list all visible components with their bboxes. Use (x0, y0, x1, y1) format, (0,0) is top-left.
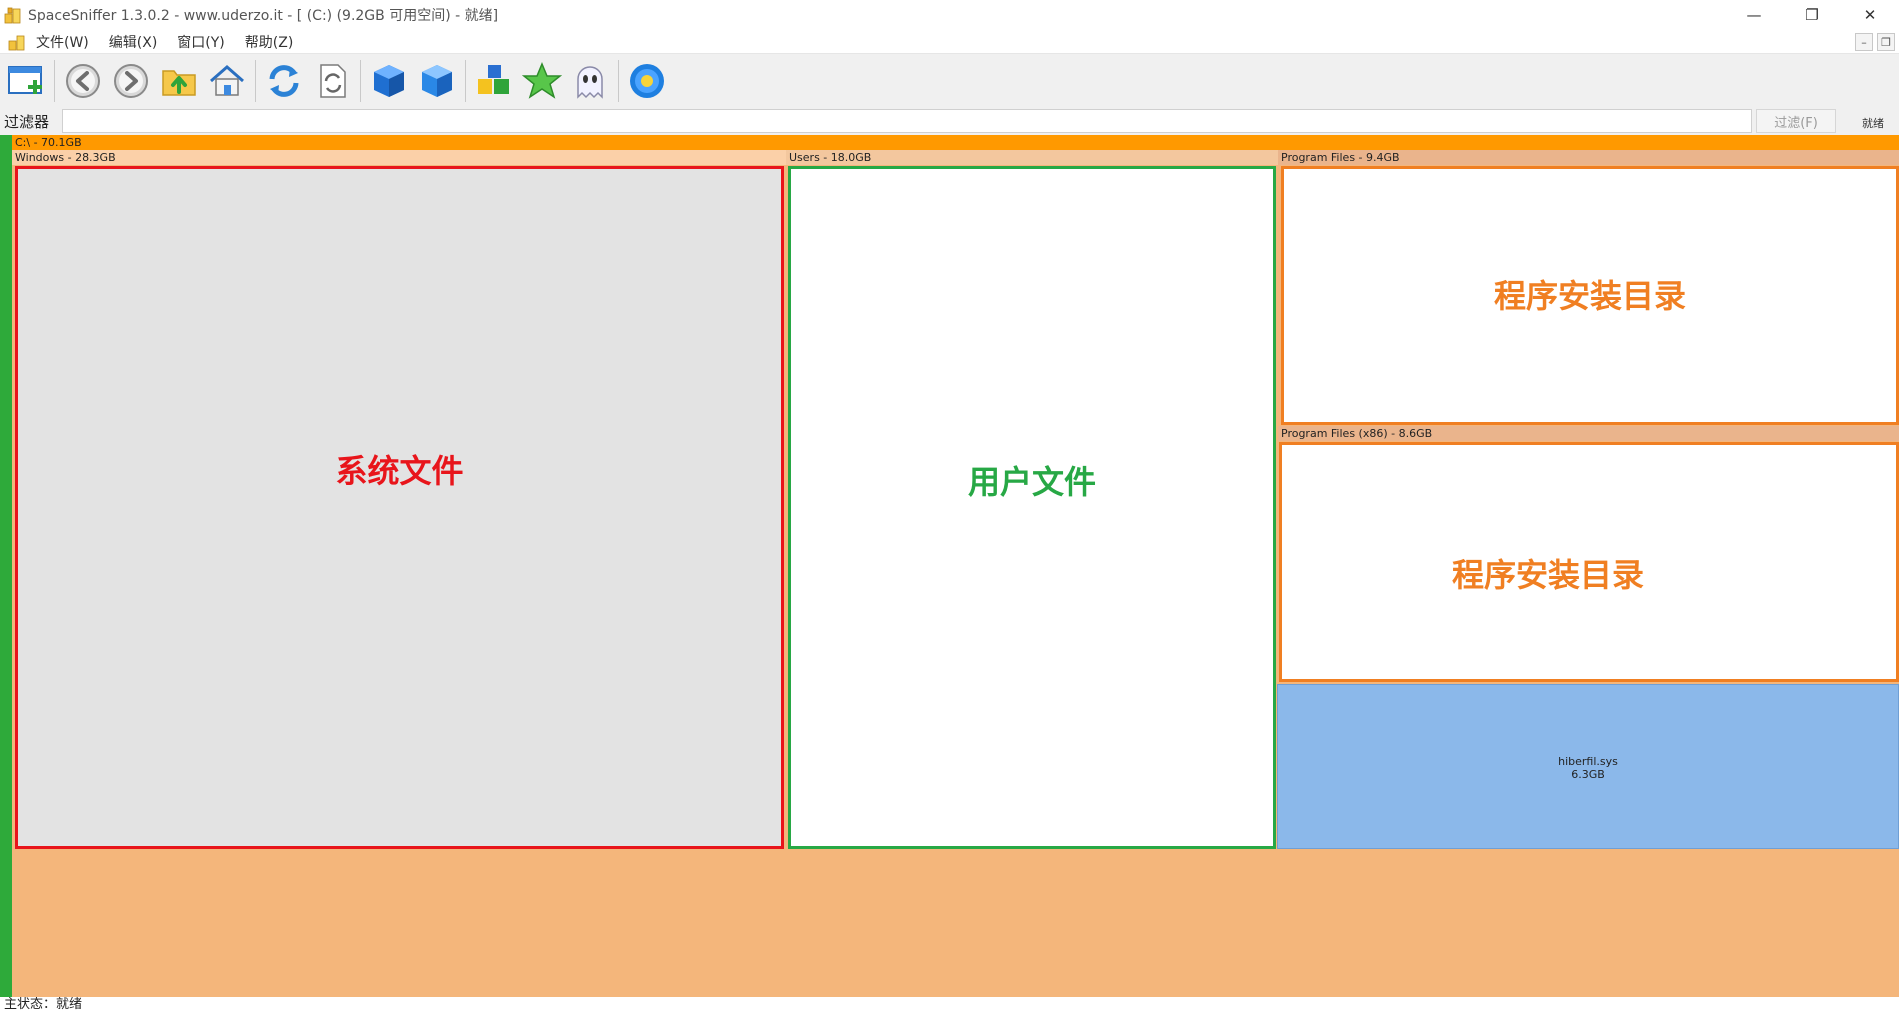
blue-cube-alt-icon (422, 64, 452, 97)
color-cubes-icon (478, 64, 509, 94)
refresh-file-icon (320, 63, 346, 98)
back-icon (66, 63, 100, 98)
minimize-button[interactable]: — (1725, 0, 1783, 30)
hiberfil-file-block[interactable]: hiberfil.sys 6.3GB (1277, 684, 1899, 849)
menu-bar: 文件(W) 编辑(X) 窗口(Y) 帮助(Z) – ❐ (0, 30, 1899, 54)
program-files-node-block[interactable]: 程序安装目录 (1281, 166, 1899, 425)
users-node-block[interactable]: 用户文件 (788, 166, 1276, 849)
home-icon (210, 64, 244, 96)
filter-button[interactable]: 过滤(F) (1756, 109, 1836, 133)
users-node-header[interactable]: Users - 18.0GB (786, 150, 1278, 165)
treemap-view[interactable]: C:\ - 70.1GB Windows - 28.3GB 系统文件 Users… (0, 135, 1899, 997)
blue-cube-button[interactable] (367, 59, 411, 103)
toolbar (0, 54, 1899, 107)
filter-input[interactable] (62, 109, 1752, 133)
new-scan-window-icon (8, 65, 42, 94)
spacesniffer-app-icon (4, 7, 21, 24)
program-files-x86-node-block[interactable]: 程序安装目录 (1279, 442, 1899, 682)
root-node-area: Windows - 28.3GB 系统文件 Users - 18.0GB 用户文… (12, 150, 1899, 997)
menu-window[interactable]: 窗口(Y) (177, 32, 224, 52)
settings-flower-icon (630, 63, 664, 98)
mdi-restore-button[interactable]: ❐ (1877, 33, 1895, 51)
program-files-x86-node-header[interactable]: Program Files (x86) - 8.6GB (1278, 426, 1899, 441)
forward-icon (114, 63, 148, 98)
home-button[interactable] (205, 59, 249, 103)
window-title: SpaceSniffer 1.3.0.2 - www.uderzo.it - [… (28, 8, 499, 24)
star-icon (522, 61, 562, 99)
refresh-button[interactable] (262, 59, 306, 103)
window-controls: — ❐ ✕ (1725, 0, 1899, 30)
blue-cube-alt-button[interactable] (415, 59, 459, 103)
title-bar: SpaceSniffer 1.3.0.2 - www.uderzo.it - [… (0, 0, 1899, 30)
filter-bar: 过滤器 过滤(F) 就绪 (0, 107, 1899, 135)
back-button[interactable] (61, 59, 105, 103)
close-button[interactable]: ✕ (1841, 0, 1899, 30)
users-annotation: 用户文件 (967, 463, 1096, 501)
document-app-icon (8, 35, 25, 50)
refresh-icon (269, 64, 299, 97)
windows-node-header[interactable]: Windows - 28.3GB (12, 150, 786, 165)
toolbar-separator (54, 59, 55, 102)
star-button[interactable] (520, 59, 564, 103)
menu-edit[interactable]: 编辑(X) (109, 32, 158, 52)
color-cubes-button[interactable] (472, 59, 516, 103)
toolbar-separator (255, 59, 256, 102)
blue-cube-icon (374, 64, 404, 97)
new-scan-window-button[interactable] (4, 59, 48, 103)
ghost-button[interactable] (568, 59, 612, 103)
windows-node-block[interactable]: 系统文件 (15, 166, 784, 849)
toolbar-separator (360, 59, 361, 102)
filter-status: 就绪 (1862, 117, 1884, 130)
toolbar-separator (465, 59, 466, 102)
toolbar-separator (618, 59, 619, 102)
filter-label: 过滤器 (4, 112, 50, 131)
hiberfil-file-size: 6.3GB (1571, 768, 1605, 781)
windows-annotation: 系统文件 (335, 452, 464, 490)
hiberfil-file-name: hiberfil.sys (1558, 755, 1618, 768)
settings-flower-button[interactable] (625, 59, 669, 103)
ghost-icon (577, 65, 603, 99)
menu-help[interactable]: 帮助(Z) (245, 32, 294, 52)
mdi-minimize-button[interactable]: – (1855, 33, 1873, 51)
restore-button[interactable]: ❐ (1783, 0, 1841, 30)
menu-file[interactable]: 文件(W) (36, 32, 89, 52)
parent-folder-icon (162, 69, 196, 96)
refresh-file-button[interactable] (310, 59, 354, 103)
program-files-annotation: 程序安装目录 (1493, 277, 1686, 315)
program-files-x86-annotation: 程序安装目录 (1452, 556, 1645, 594)
status-bar: 主状态：就绪 (0, 997, 1899, 1010)
status-text: 主状态：就绪 (4, 997, 83, 1010)
forward-button[interactable] (109, 59, 153, 103)
parent-folder-button[interactable] (157, 59, 201, 103)
root-node-header[interactable]: C:\ - 70.1GB (12, 135, 1899, 150)
program-files-node-header[interactable]: Program Files - 9.4GB (1278, 150, 1899, 165)
mdi-controls: – ❐ (1855, 33, 1895, 51)
